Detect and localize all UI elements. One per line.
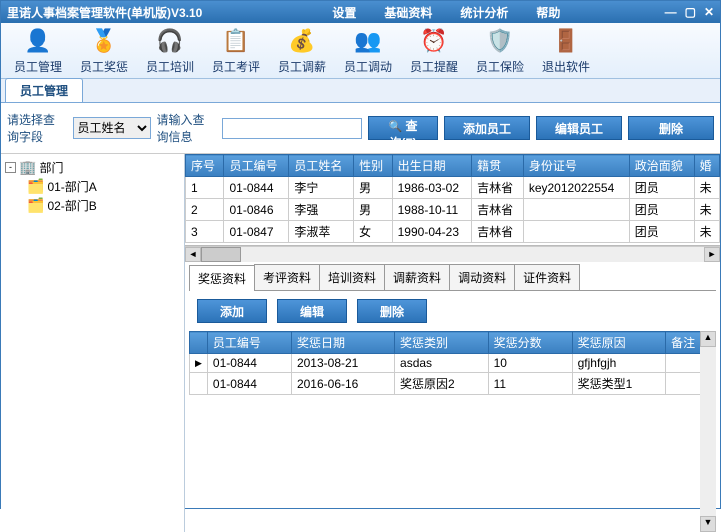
row-marker: ▶ xyxy=(190,354,208,373)
col-header[interactable]: 性别 xyxy=(354,155,392,177)
table-row[interactable]: 01-08442016-06-16奖惩原因211奖惩类型1 xyxy=(190,373,716,395)
app-title: 里诺人事档案管理软件(单机版)V3.10 xyxy=(7,4,202,21)
department-tree: - 🏢 部门 🗂️ 01-部门A 🗂️ 02-部门B xyxy=(1,154,185,532)
tab-employee-mgmt[interactable]: 员工管理 xyxy=(5,78,83,102)
delete-employee-button[interactable]: 删除 xyxy=(628,116,714,140)
toolbar-item-4[interactable]: 💰 员工调薪 xyxy=(269,26,335,75)
row-marker xyxy=(190,373,208,395)
detail-edit-button[interactable]: 编辑 xyxy=(277,299,347,323)
menu-basicdata[interactable]: 基础资料 xyxy=(384,4,432,21)
horizontal-scrollbar[interactable]: ◄ ► xyxy=(185,246,720,262)
subtab-0[interactable]: 奖惩资料 xyxy=(189,265,255,291)
add-employee-button[interactable]: 添加员工 xyxy=(444,116,530,140)
search-bar: 请选择查询字段 员工姓名 请输入查询信息 🔍 查询(F) 添加员工 编辑员工 删… xyxy=(1,103,720,154)
detail-delete-button[interactable]: 删除 xyxy=(357,299,427,323)
toolbar-item-0[interactable]: 👤 员工管理 xyxy=(5,26,71,75)
col-header[interactable]: 奖惩原因 xyxy=(572,332,666,354)
scroll-down-icon[interactable]: ▼ xyxy=(700,516,716,532)
col-header[interactable]: 身份证号 xyxy=(523,155,629,177)
toolbar-icon: 👤 xyxy=(22,26,54,56)
toolbar-label: 员工培训 xyxy=(137,58,203,75)
toolbar-label: 员工调动 xyxy=(335,58,401,75)
title-bar: 里诺人事档案管理软件(单机版)V3.10 设置 基础资料 统计分析 帮助 — ▢… xyxy=(1,1,720,23)
toolbar-label: 员工考评 xyxy=(203,58,269,75)
toolbar-icon: 👥 xyxy=(352,26,384,56)
col-header[interactable]: 员工编号 xyxy=(207,332,291,354)
col-header[interactable]: 奖惩日期 xyxy=(291,332,394,354)
subtab-2[interactable]: 培训资料 xyxy=(319,264,385,290)
dept-icon: 🗂️ xyxy=(27,197,44,214)
main-menu: 设置 基础资料 统计分析 帮助 xyxy=(332,4,560,21)
col-header[interactable]: 奖惩类别 xyxy=(395,332,489,354)
toolbar-item-1[interactable]: 🏅 员工奖惩 xyxy=(71,26,137,75)
table-row[interactable]: 301-0847李淑萃女1990-04-23吉林省团员未 xyxy=(186,221,720,243)
toolbar-label: 员工提醒 xyxy=(401,58,467,75)
col-header[interactable]: 员工姓名 xyxy=(289,155,354,177)
search-field-select[interactable]: 员工姓名 xyxy=(73,117,151,139)
toolbar-icon: ⏰ xyxy=(418,26,450,56)
maximize-button[interactable]: ▢ xyxy=(685,5,696,19)
scroll-right-icon[interactable]: ► xyxy=(704,247,720,262)
edit-employee-button[interactable]: 编辑员工 xyxy=(536,116,622,140)
folder-icon: 🏢 xyxy=(19,159,36,176)
search-input-label: 请输入查询信息 xyxy=(157,111,217,145)
col-header[interactable]: 政治面貌 xyxy=(629,155,694,177)
toolbar-label: 员工奖惩 xyxy=(71,58,137,75)
toolbar-label: 退出软件 xyxy=(533,58,599,75)
toolbar-icon: 🚪 xyxy=(550,26,582,56)
search-input[interactable] xyxy=(222,118,362,139)
scroll-left-icon[interactable]: ◄ xyxy=(185,247,201,262)
detail-table[interactable]: 员工编号奖惩日期奖惩类别奖惩分数奖惩原因备注 ▶01-08442013-08-2… xyxy=(189,331,716,395)
employee-table[interactable]: 序号员工编号员工姓名性别出生日期籍贯身份证号政治面貌婚 101-0844李宁男1… xyxy=(185,154,720,243)
toolbar-icon: 🎧 xyxy=(154,26,186,56)
tab-bar: 员工管理 xyxy=(1,79,720,103)
col-header[interactable]: 序号 xyxy=(186,155,224,177)
detail-tabs: 奖惩资料考评资料培训资料调薪资料调动资料证件资料 xyxy=(189,264,716,291)
toolbar-item-2[interactable]: 🎧 员工培训 xyxy=(137,26,203,75)
scroll-up-icon[interactable]: ▲ xyxy=(700,331,716,347)
toolbar-item-6[interactable]: ⏰ 员工提醒 xyxy=(401,26,467,75)
toolbar: 👤 员工管理 🏅 员工奖惩 🎧 员工培训 📋 员工考评 💰 员工调薪 👥 员工调动 ⏰ 员工提醒 🛡️ 员工保… xyxy=(1,23,720,79)
collapse-icon[interactable]: - xyxy=(5,162,16,173)
toolbar-icon: 🏅 xyxy=(88,26,120,56)
toolbar-label: 员工调薪 xyxy=(269,58,335,75)
col-header[interactable]: 奖惩分数 xyxy=(488,332,572,354)
vertical-scrollbar[interactable]: ▲ ▼ xyxy=(700,331,716,532)
menu-help[interactable]: 帮助 xyxy=(536,4,560,21)
toolbar-icon: 📋 xyxy=(220,26,252,56)
toolbar-label: 员工保险 xyxy=(467,58,533,75)
detail-add-button[interactable]: 添加 xyxy=(197,299,267,323)
toolbar-item-8[interactable]: 🚪 退出软件 xyxy=(533,26,599,75)
col-header[interactable]: 员工编号 xyxy=(224,155,289,177)
toolbar-icon: 🛡️ xyxy=(484,26,516,56)
col-header[interactable]: 籍贯 xyxy=(472,155,524,177)
close-button[interactable]: ✕ xyxy=(704,5,714,19)
toolbar-item-5[interactable]: 👥 员工调动 xyxy=(335,26,401,75)
tree-node-dept-a[interactable]: 🗂️ 01-部门A xyxy=(27,177,180,196)
toolbar-item-7[interactable]: 🛡️ 员工保险 xyxy=(467,26,533,75)
minimize-button[interactable]: — xyxy=(665,5,677,19)
tree-node-dept-b[interactable]: 🗂️ 02-部门B xyxy=(27,196,180,215)
table-row[interactable]: 201-0846李强男1988-10-11吉林省团员未 xyxy=(186,199,720,221)
table-row[interactable]: ▶01-08442013-08-21asdas10gfjhfgjh xyxy=(190,354,716,373)
tree-root[interactable]: - 🏢 部门 xyxy=(5,158,180,177)
query-button[interactable]: 🔍 查询(F) xyxy=(368,116,438,140)
toolbar-label: 员工管理 xyxy=(5,58,71,75)
subtab-4[interactable]: 调动资料 xyxy=(449,264,515,290)
toolbar-icon: 💰 xyxy=(286,26,318,56)
dept-icon: 🗂️ xyxy=(27,178,44,195)
col-header[interactable]: 出生日期 xyxy=(392,155,472,177)
subtab-1[interactable]: 考评资料 xyxy=(254,264,320,290)
menu-settings[interactable]: 设置 xyxy=(332,4,356,21)
toolbar-item-3[interactable]: 📋 员工考评 xyxy=(203,26,269,75)
subtab-3[interactable]: 调薪资料 xyxy=(384,264,450,290)
scroll-thumb[interactable] xyxy=(201,247,241,262)
table-row[interactable]: 101-0844李宁男1986-03-02吉林省key2012022554团员未 xyxy=(186,177,720,199)
subtab-5[interactable]: 证件资料 xyxy=(514,264,580,290)
search-field-label: 请选择查询字段 xyxy=(7,111,67,145)
col-header[interactable]: 婚 xyxy=(694,155,719,177)
menu-stats[interactable]: 统计分析 xyxy=(460,4,508,21)
